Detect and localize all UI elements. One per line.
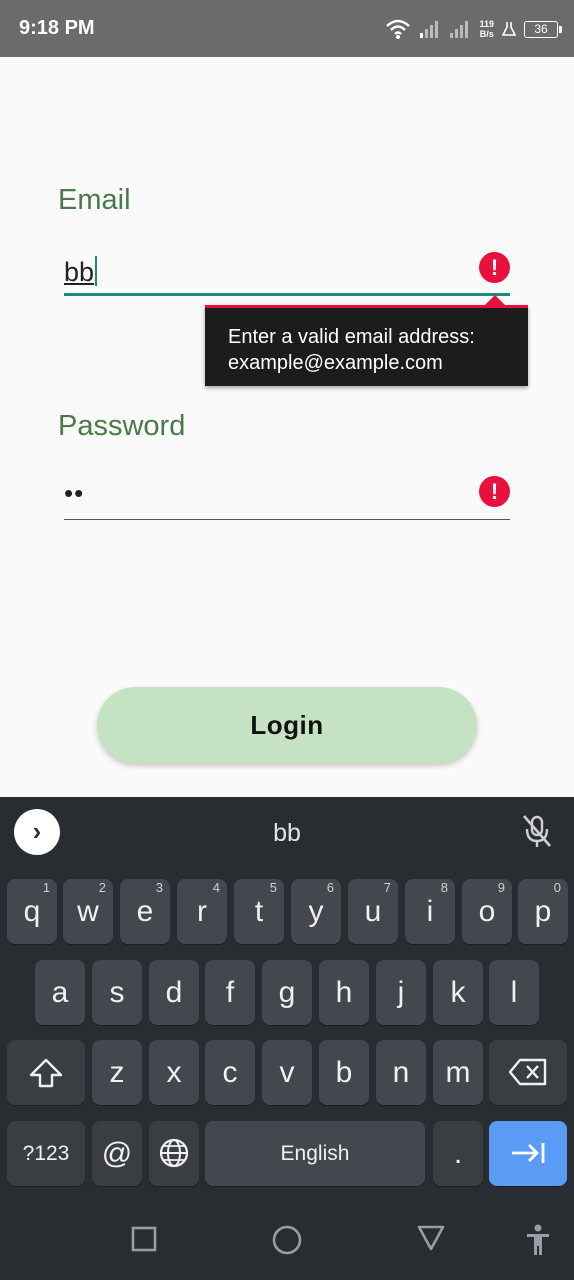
- key-label: w: [77, 895, 99, 928]
- key-hint: 3: [155, 880, 163, 895]
- key-label: p: [534, 895, 552, 928]
- key-e[interactable]: e3: [120, 879, 170, 944]
- key-hint: 5: [269, 880, 277, 895]
- email-text: bb: [64, 257, 95, 287]
- key-h[interactable]: h: [319, 960, 369, 1025]
- email-underline: [64, 293, 510, 296]
- key-o[interactable]: o9: [462, 879, 512, 944]
- key-q[interactable]: q1: [7, 879, 57, 944]
- next-field-icon: [512, 1143, 545, 1163]
- flask-icon: [502, 22, 516, 36]
- key-i[interactable]: i8: [405, 879, 455, 944]
- network-speed-value: 119: [479, 19, 494, 29]
- key-hint: 6: [326, 880, 334, 895]
- key-t[interactable]: t5: [234, 879, 284, 944]
- home-icon[interactable]: [272, 1225, 302, 1255]
- key-c[interactable]: c: [205, 1040, 255, 1105]
- network-speed: 119 B/s: [479, 19, 494, 39]
- text-caret: [95, 256, 98, 286]
- key-hint: 4: [212, 880, 220, 895]
- recent-apps-icon[interactable]: [131, 1226, 157, 1252]
- key-hint: 7: [383, 880, 391, 895]
- at-key[interactable]: @: [92, 1121, 142, 1186]
- signal-icon: [420, 21, 439, 38]
- email-field[interactable]: bb !: [64, 248, 510, 296]
- password-label: Password: [58, 410, 186, 442]
- email-error-tooltip: Enter a valid email address: example@exa…: [205, 305, 528, 386]
- suggestion-strip: › bb: [0, 797, 574, 869]
- backspace-icon: [508, 1058, 547, 1086]
- tooltip-arrow: [485, 295, 505, 305]
- password-underline: [64, 518, 510, 520]
- accessibility-icon[interactable]: [525, 1224, 551, 1256]
- space-key[interactable]: English: [205, 1121, 425, 1186]
- email-label: Email: [58, 184, 131, 216]
- key-w[interactable]: w2: [63, 879, 113, 944]
- key-m[interactable]: m: [433, 1040, 483, 1105]
- key-hint: 1: [42, 880, 50, 895]
- network-speed-unit: B/s: [479, 29, 494, 39]
- key-label: q: [23, 895, 41, 928]
- back-icon[interactable]: [416, 1224, 446, 1252]
- globe-icon: [159, 1138, 189, 1168]
- key-r[interactable]: r4: [177, 879, 227, 944]
- login-button[interactable]: Login: [97, 687, 477, 763]
- period-key[interactable]: .: [433, 1121, 483, 1186]
- backspace-key[interactable]: [489, 1040, 567, 1105]
- symbols-key[interactable]: ?123: [7, 1121, 85, 1186]
- next-field-key[interactable]: [489, 1121, 567, 1186]
- key-v[interactable]: v: [262, 1040, 312, 1105]
- key-label: t: [254, 895, 264, 928]
- language-key[interactable]: [149, 1121, 199, 1186]
- key-k[interactable]: k: [433, 960, 483, 1025]
- key-z[interactable]: z: [92, 1040, 142, 1105]
- signal-icon-2: [450, 21, 469, 38]
- password-field-value: ••: [64, 478, 85, 508]
- key-b[interactable]: b: [319, 1040, 369, 1105]
- shift-key[interactable]: [7, 1040, 85, 1105]
- email-error-line-2: example@example.com: [228, 352, 443, 374]
- shift-icon: [29, 1058, 63, 1088]
- key-d[interactable]: d: [149, 960, 199, 1025]
- email-field-value: bb: [64, 256, 98, 288]
- key-label: i: [426, 895, 434, 928]
- suggestion-word[interactable]: bb: [0, 819, 574, 848]
- key-p[interactable]: p0: [518, 879, 568, 944]
- key-a[interactable]: a: [35, 960, 85, 1025]
- key-l[interactable]: l: [489, 960, 539, 1025]
- key-g[interactable]: g: [262, 960, 312, 1025]
- key-hint: 8: [440, 880, 448, 895]
- battery-indicator: 36: [524, 20, 562, 38]
- key-u[interactable]: u7: [348, 879, 398, 944]
- email-error-icon[interactable]: !: [479, 252, 510, 283]
- mic-off-icon[interactable]: [520, 813, 554, 849]
- key-x[interactable]: x: [149, 1040, 199, 1105]
- status-icons: 119 B/s 36: [385, 14, 562, 44]
- key-hint: 2: [98, 880, 106, 895]
- email-error-line-1: Enter a valid email address:: [228, 326, 475, 348]
- key-label: u: [364, 895, 382, 928]
- wifi-icon: [386, 19, 411, 39]
- key-hint: 0: [553, 880, 561, 895]
- key-y[interactable]: y6: [291, 879, 341, 944]
- key-label: r: [197, 895, 207, 928]
- status-bar: 9:18 PM 119 B/s 36: [0, 0, 574, 57]
- password-error-icon[interactable]: !: [479, 476, 510, 507]
- key-j[interactable]: j: [376, 960, 426, 1025]
- key-f[interactable]: f: [205, 960, 255, 1025]
- key-label: e: [136, 895, 154, 928]
- key-hint: 9: [497, 880, 505, 895]
- navigation-bar: [0, 1200, 574, 1280]
- keyboard: › bb q1 w2 e3 r4 t5 y6 u7 i8 o9 p0 a s d…: [0, 797, 574, 1200]
- status-time: 9:18 PM: [19, 17, 95, 39]
- key-label: o: [478, 895, 496, 928]
- key-n[interactable]: n: [376, 1040, 426, 1105]
- password-field[interactable]: •• !: [64, 472, 510, 520]
- key-s[interactable]: s: [92, 960, 142, 1025]
- key-label: y: [308, 895, 324, 928]
